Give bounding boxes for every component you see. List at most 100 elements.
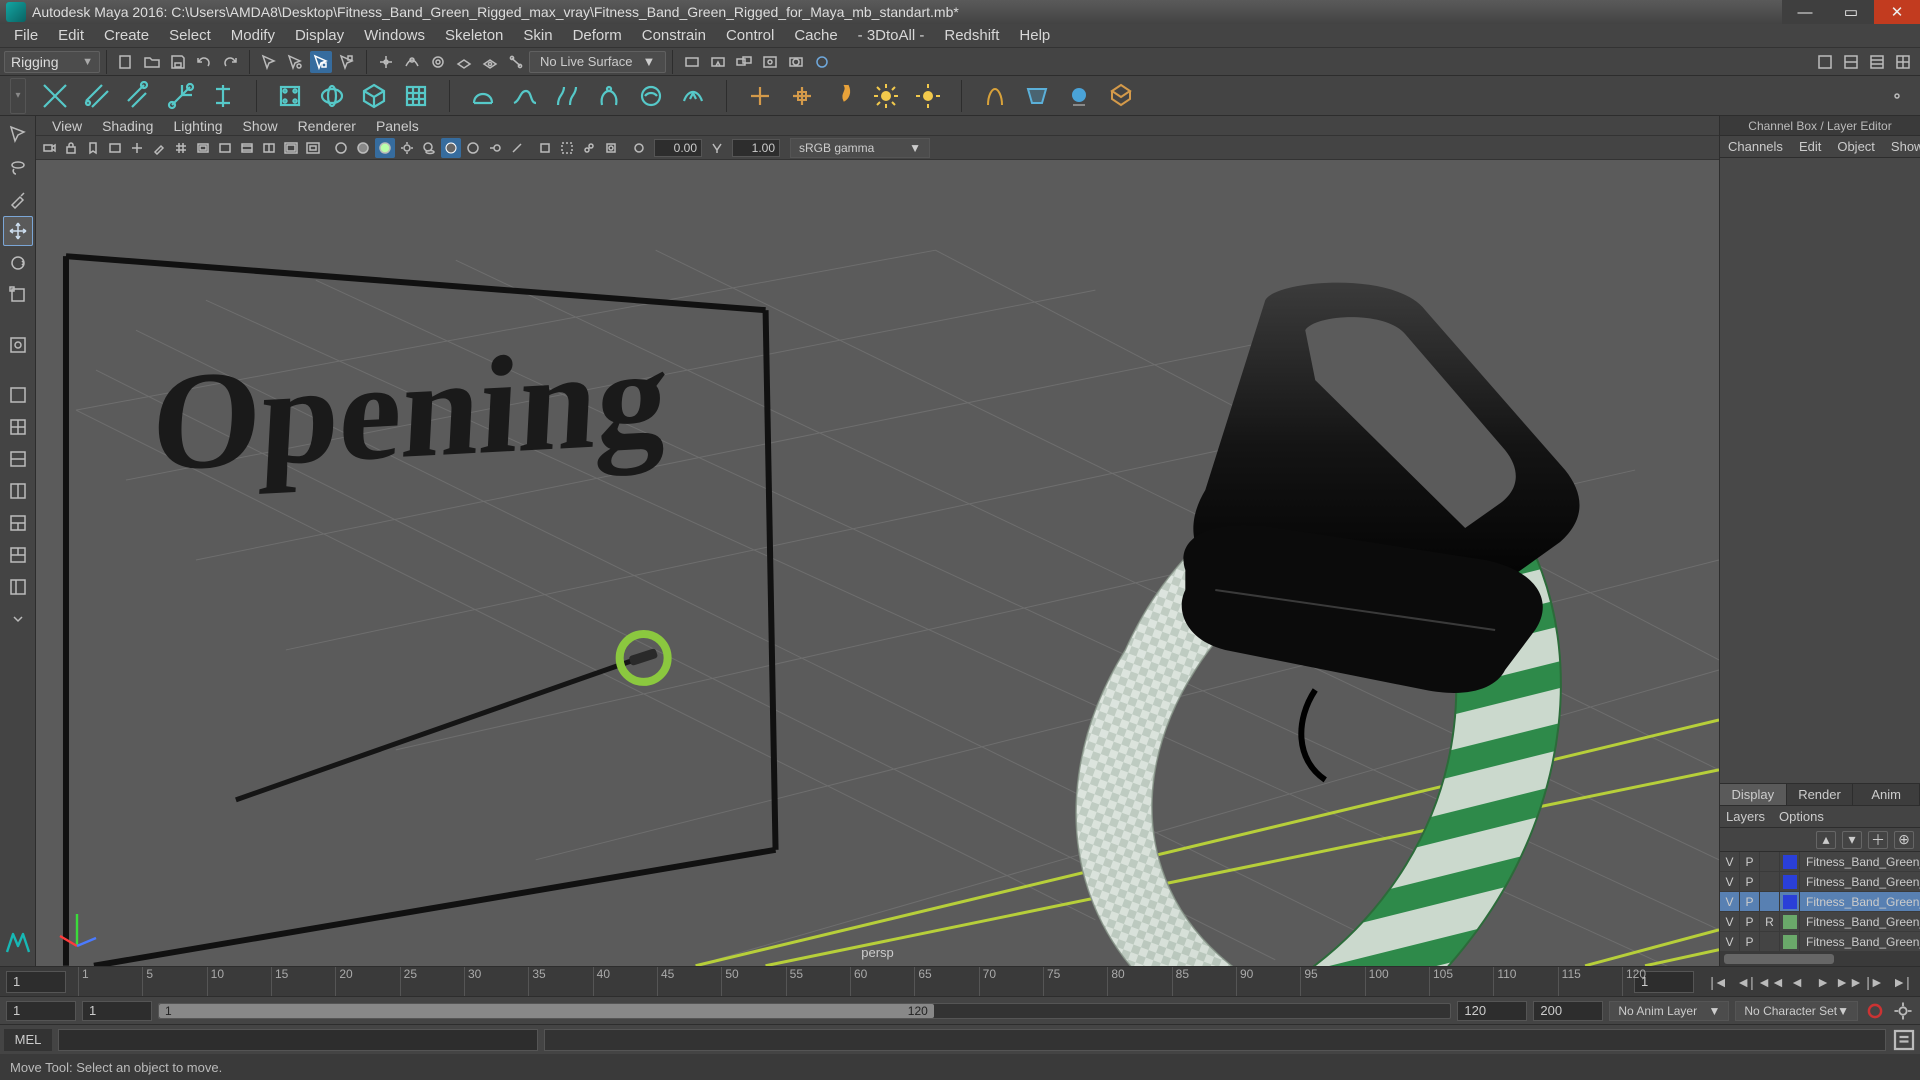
layer-playback-toggle[interactable]: P [1740, 912, 1760, 931]
save-scene-icon[interactable] [167, 51, 189, 73]
command-input[interactable] [58, 1029, 538, 1051]
layout-4view-icon[interactable] [3, 412, 33, 442]
layer-name[interactable]: Fitness_Band_Green_R [1800, 915, 1920, 929]
current-frame-left[interactable]: 1 [6, 971, 66, 993]
layout-3b-icon[interactable] [3, 540, 33, 570]
shelf-tab-selector[interactable]: ▾ [10, 78, 26, 114]
shelf-ncloth-icon[interactable] [1020, 79, 1054, 113]
render-settings-icon[interactable] [785, 51, 807, 73]
menu--3dtoall-[interactable]: - 3DtoAll - [848, 24, 935, 48]
layer-name[interactable]: Fitness_Band_Green_R [1800, 935, 1920, 949]
snap-view-plane-icon[interactable] [479, 51, 501, 73]
shadows-icon[interactable] [419, 138, 439, 158]
film-gate-icon[interactable] [193, 138, 213, 158]
menu-help[interactable]: Help [1009, 24, 1060, 48]
undo-icon[interactable] [193, 51, 215, 73]
menu-windows[interactable]: Windows [354, 24, 435, 48]
shelf-sun-2-icon[interactable] [911, 79, 945, 113]
new-scene-icon[interactable] [115, 51, 137, 73]
ao-icon[interactable] [463, 138, 483, 158]
2d-pan-icon[interactable] [127, 138, 147, 158]
image-plane-icon[interactable] [105, 138, 125, 158]
shelf-pose-icon[interactable] [592, 79, 626, 113]
time-ruler[interactable]: 1510152025303540455055606570758085909510… [78, 967, 1622, 996]
shelf-flame-icon[interactable] [827, 79, 861, 113]
xray-comp-icon[interactable] [601, 138, 621, 158]
shelf-sculpt-icon[interactable] [634, 79, 668, 113]
shelf-rigid-bind-icon[interactable] [357, 79, 391, 113]
layer-row[interactable]: VPFitness_Band_Green_R [1720, 932, 1920, 952]
layer-reference-toggle[interactable] [1760, 932, 1780, 951]
render-sequence-icon[interactable] [733, 51, 755, 73]
layer-row[interactable]: VPFitness_Band_Green_R [1720, 872, 1920, 892]
new-layer-icon[interactable]: ＋ [1868, 831, 1888, 849]
field-chart-icon[interactable] [259, 138, 279, 158]
select-by-type-icon[interactable] [336, 51, 358, 73]
textured-icon[interactable] [375, 138, 395, 158]
layer-tab-anim[interactable]: Anim [1853, 784, 1920, 805]
character-set-dropdown[interactable]: No Character Set▼ [1735, 1001, 1858, 1021]
lasso-tool-icon[interactable] [3, 152, 33, 182]
menu-skeleton[interactable]: Skeleton [435, 24, 513, 48]
shelf-cluster-icon[interactable] [122, 79, 156, 113]
layer-menu-options[interactable]: Options [1779, 809, 1824, 824]
layer-scrollbar[interactable] [1720, 952, 1920, 966]
cb-tab-channels[interactable]: Channels [1724, 139, 1787, 154]
select-by-component-icon[interactable] [310, 51, 332, 73]
layer-name[interactable]: Fitness_Band_Green_R [1800, 855, 1920, 869]
menu-constrain[interactable]: Constrain [632, 24, 716, 48]
wireframe-icon[interactable] [331, 138, 351, 158]
shelf-constraint-point-icon[interactable] [743, 79, 777, 113]
panel-menu-lighting[interactable]: Lighting [163, 118, 232, 134]
new-layer-selected-icon[interactable]: ⊕ [1894, 831, 1914, 849]
layer-menu-layers[interactable]: Layers [1726, 809, 1765, 824]
cb-tab-edit[interactable]: Edit [1795, 139, 1825, 154]
use-all-lights-icon[interactable] [397, 138, 417, 158]
layer-color-swatch[interactable] [1780, 912, 1800, 931]
shelf-lattice-icon[interactable] [80, 79, 114, 113]
motion-blur-icon[interactable] [485, 138, 505, 158]
safe-title-icon[interactable] [303, 138, 323, 158]
layout-2v-icon[interactable] [3, 476, 33, 506]
view-axis-gizmo[interactable] [54, 906, 100, 952]
select-camera-icon[interactable] [39, 138, 59, 158]
panel-layout-4-icon[interactable] [1892, 51, 1914, 73]
layer-name[interactable]: Fitness_Band_Green_R [1800, 875, 1920, 889]
exposure-icon[interactable] [629, 138, 649, 158]
layer-visibility-toggle[interactable]: V [1720, 892, 1740, 911]
layer-playback-toggle[interactable]: P [1740, 872, 1760, 891]
go-to-start-icon[interactable]: |◄ [1708, 971, 1730, 993]
snap-grid-icon[interactable] [375, 51, 397, 73]
range-track[interactable]: 1120 [158, 1003, 1451, 1019]
wire-on-shaded-icon[interactable] [441, 138, 461, 158]
grid-icon[interactable] [171, 138, 191, 158]
select-tool-icon[interactable] [3, 120, 33, 150]
range-end-inner[interactable]: 120 [1457, 1001, 1527, 1021]
script-lang-button[interactable]: MEL [4, 1029, 52, 1051]
layout-outliner-icon[interactable] [3, 572, 33, 602]
play-forward-icon[interactable]: ► [1812, 971, 1834, 993]
panel-menu-shading[interactable]: Shading [92, 118, 163, 134]
shelf-ik-handle-icon[interactable] [206, 79, 240, 113]
menu-deform[interactable]: Deform [563, 24, 632, 48]
shelf-viewport-render-icon[interactable] [1104, 79, 1138, 113]
shelf-blend-shape-icon[interactable] [550, 79, 584, 113]
snap-plane-icon[interactable] [453, 51, 475, 73]
render-frame-icon[interactable] [681, 51, 703, 73]
range-start-inner[interactable]: 1 [82, 1001, 152, 1021]
xray-joints-icon[interactable] [579, 138, 599, 158]
layer-row[interactable]: VPFitness_Band_Green_R [1720, 852, 1920, 872]
layer-name[interactable]: Fitness_Band_Green_R [1800, 895, 1920, 909]
snap-curve-icon[interactable] [401, 51, 423, 73]
shelf-bind-skin-icon[interactable] [273, 79, 307, 113]
layer-visibility-toggle[interactable]: V [1720, 932, 1740, 951]
range-handle[interactable]: 1120 [159, 1004, 934, 1018]
move-tool-icon[interactable] [3, 216, 33, 246]
shelf-smooth-bind-icon[interactable] [315, 79, 349, 113]
color-management-dropdown[interactable]: sRGB gamma▼ [790, 138, 930, 158]
shelf-paint-weights-icon[interactable] [399, 79, 433, 113]
shelf-joint-icon[interactable] [164, 79, 198, 113]
anim-layer-dropdown[interactable]: No Anim Layer▼ [1609, 1001, 1729, 1021]
layer-color-swatch[interactable] [1780, 892, 1800, 911]
open-scene-icon[interactable] [141, 51, 163, 73]
